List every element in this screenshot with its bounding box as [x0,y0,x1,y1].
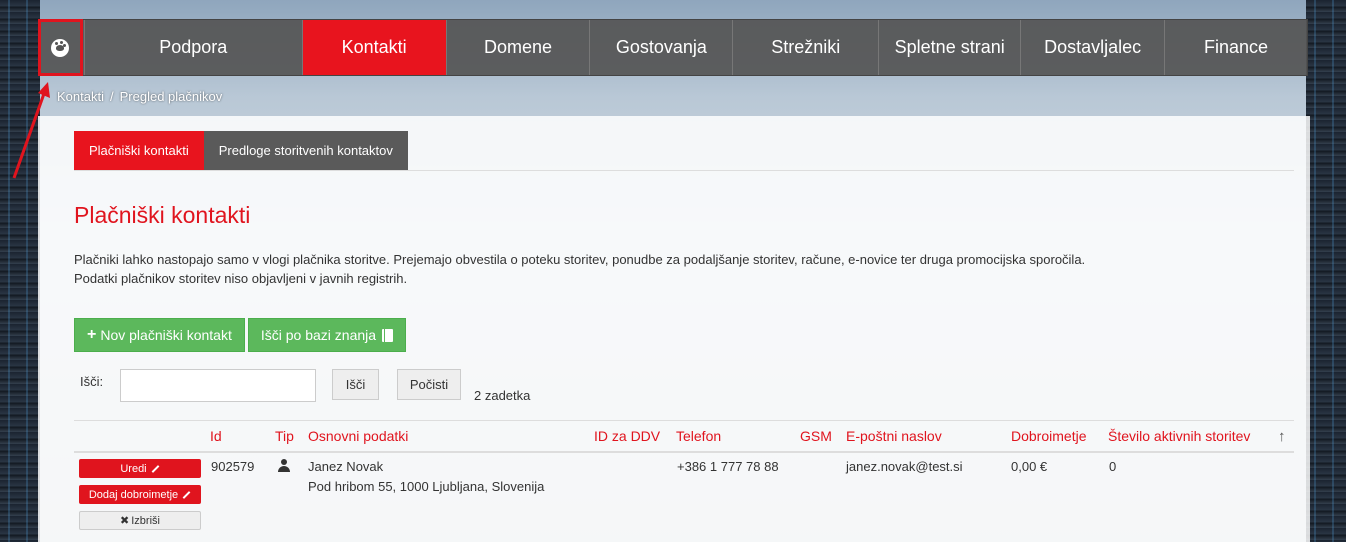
dashboard-icon [51,38,70,57]
edit-button[interactable]: Uredi [79,459,201,478]
sort-arrow-up-icon[interactable]: ↑ [1278,428,1286,445]
column-header-dobroimetje[interactable]: Dobroimetje [1011,428,1086,444]
tab-placniski-kontakti[interactable]: Plačniški kontakti [74,131,204,170]
nav-item-podpora[interactable]: Podpora [83,20,302,75]
home-button[interactable] [38,19,83,76]
contact-name: Janez Novak [308,459,384,474]
breadcrumb: Kontakti / Pregled plačnikov [57,89,222,104]
person-icon [278,459,290,473]
new-contact-label: Nov plačniški kontakt [100,327,232,343]
edit-label: Uredi [120,462,147,475]
nav-item-kontakti[interactable]: Kontakti [301,20,446,75]
cell-active-services: 0 [1109,459,1117,474]
column-header-aktivne-storitve[interactable]: Število aktivnih storitev [1108,428,1250,444]
nav-item-strezniki[interactable]: Strežniki [732,20,878,75]
page-description: Plačniki lahko nastopajo samo v vlogi pl… [74,250,1224,288]
delete-label: Izbriši [131,514,160,527]
table-header-border [74,451,1294,453]
add-credit-label: Dodaj dobroimetje [88,488,179,501]
top-navigation: Podpora Kontakti Domene Gostovanja Strež… [38,19,1308,76]
cell-email: janez.novak@test.si [846,459,963,474]
search-kb-label: Išči po bazi znanja [260,327,377,343]
column-header-id-za-ddv[interactable]: ID za DDV [594,428,660,444]
breadcrumb-separator: / [109,89,114,104]
cell-credit: 0,00 € [1011,459,1048,474]
new-contact-button[interactable]: + Nov plačniški kontakt [74,318,245,352]
page-title: Plačniški kontakti [74,202,251,228]
column-header-eposta[interactable]: E-poštni naslov [846,428,942,444]
column-header-gsm[interactable]: GSM [800,428,832,444]
content-panel: Plačniški kontakti Predloge storitvenih … [38,116,1310,542]
cell-id: 902579 [211,459,255,474]
column-header-tip[interactable]: Tip [275,428,294,444]
description-line: Plačniki lahko nastopajo samo v vlogi pl… [74,252,1086,267]
tab-predloge-storitvenih-kontaktov[interactable]: Predloge storitvenih kontaktov [203,131,408,170]
action-buttons: + Nov plačniški kontakt Išči po bazi zna… [74,318,407,352]
table-top-border [74,420,1294,421]
tab-bar: Plačniški kontakti Predloge storitvenih … [74,131,408,170]
breadcrumb-link-kontakti[interactable]: Kontakti [57,89,104,104]
search-button[interactable]: Išči [332,369,379,400]
delete-button[interactable]: ✖ Izbriši [79,511,201,530]
nav-item-spletne-strani[interactable]: Spletne strani [878,20,1020,75]
contact-address: Pod hribom 55, 1000 Ljubljana, Slovenija [308,479,545,494]
close-icon: ✖ [120,515,130,527]
nav-item-dostavljalec[interactable]: Dostavljalec [1020,20,1164,75]
server-rack-decoration-right [1306,0,1346,542]
tab-divider [74,170,1294,171]
plus-icon: + [87,326,97,343]
cell-basic-info: Janez Novak Pod hribom 55, 1000 Ljubljan… [308,457,544,497]
nav-item-finance[interactable]: Finance [1164,20,1307,75]
pencil-icon [182,490,191,499]
search-label: Išči: [80,374,104,389]
description-line: Podatki plačnikov storitev niso objavlje… [74,271,408,286]
pencil-icon [151,464,160,473]
results-count: 2 zadetka [474,388,531,403]
column-header-osnovni-podatki[interactable]: Osnovni podatki [308,428,408,444]
column-header-telefon[interactable]: Telefon [676,428,721,444]
column-header-id[interactable]: Id [210,428,222,444]
clear-button[interactable]: Počisti [397,369,461,400]
search-input[interactable] [120,369,316,402]
breadcrumb-current: Pregled plačnikov [119,89,223,104]
nav-item-domene[interactable]: Domene [445,20,590,75]
book-icon [382,328,394,342]
nav-item-gostovanja[interactable]: Gostovanja [589,20,732,75]
search-knowledge-base-button[interactable]: Išči po bazi znanja [247,318,407,352]
cell-phone: +386 1 777 78 88 [677,459,779,474]
add-credit-button[interactable]: Dodaj dobroimetje [79,485,201,504]
